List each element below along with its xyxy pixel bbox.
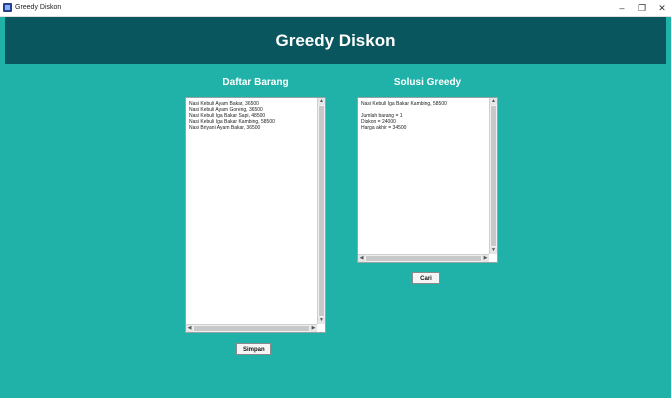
maximize-button[interactable]: ❐ bbox=[634, 1, 650, 15]
simpan-button[interactable]: Simpan bbox=[236, 343, 271, 355]
scroll-down-icon[interactable]: ▼ bbox=[318, 317, 325, 324]
header-title: Greedy Diskon bbox=[275, 31, 396, 50]
solusi-greedy-title: Solusi Greedy bbox=[393, 77, 462, 88]
close-button[interactable]: ✕ bbox=[654, 1, 670, 15]
solusi-greedy-textarea[interactable]: Nasi Kebuli Iga Bakar Kambing, 58500 Jum… bbox=[357, 97, 498, 263]
scroll-up-icon[interactable]: ▲ bbox=[490, 98, 497, 105]
vertical-scrollbar[interactable]: ▲ ▼ bbox=[489, 98, 497, 254]
app-icon bbox=[3, 3, 12, 12]
scroll-thumb[interactable] bbox=[319, 106, 324, 316]
daftar-barang-line: Nasi Briyani Ayam Bakar, 36500 bbox=[189, 125, 261, 131]
scroll-up-icon[interactable]: ▲ bbox=[318, 98, 325, 105]
horizontal-scrollbar[interactable]: ◀ ▶ bbox=[358, 254, 489, 262]
scroll-thumb[interactable] bbox=[194, 326, 309, 331]
vertical-scrollbar[interactable]: ▲ ▼ bbox=[317, 98, 325, 324]
cari-button[interactable]: Cari bbox=[412, 272, 440, 284]
solusi-greedy-content: Nasi Kebuli Iga Bakar Kambing, 58500 Jum… bbox=[361, 101, 487, 131]
scroll-right-icon[interactable]: ▶ bbox=[482, 255, 489, 262]
scroll-left-icon[interactable]: ◀ bbox=[186, 325, 193, 332]
app-header: Greedy Diskon bbox=[5, 17, 666, 64]
scroll-thumb[interactable] bbox=[491, 106, 496, 246]
daftar-barang-textarea[interactable]: Nasi Kebuli Ayam Bakar, 36500 Nasi Kebuli… bbox=[185, 97, 326, 333]
minimize-button[interactable]: – bbox=[614, 1, 630, 15]
scroll-down-icon[interactable]: ▼ bbox=[490, 247, 497, 254]
daftar-barang-title: Daftar Barang bbox=[222, 77, 289, 88]
horizontal-scrollbar[interactable]: ◀ ▶ bbox=[186, 324, 317, 332]
window-titlebar: Greedy Diskon – ❐ ✕ bbox=[0, 0, 671, 17]
scroll-left-icon[interactable]: ◀ bbox=[358, 255, 365, 262]
window-title: Greedy Diskon bbox=[15, 4, 62, 11]
scroll-right-icon[interactable]: ▶ bbox=[310, 325, 317, 332]
daftar-barang-content: Nasi Kebuli Ayam Bakar, 36500 Nasi Kebuli… bbox=[189, 101, 315, 131]
scroll-thumb[interactable] bbox=[366, 256, 481, 261]
solusi-greedy-line: Harga akhir = 34500 bbox=[361, 125, 407, 131]
